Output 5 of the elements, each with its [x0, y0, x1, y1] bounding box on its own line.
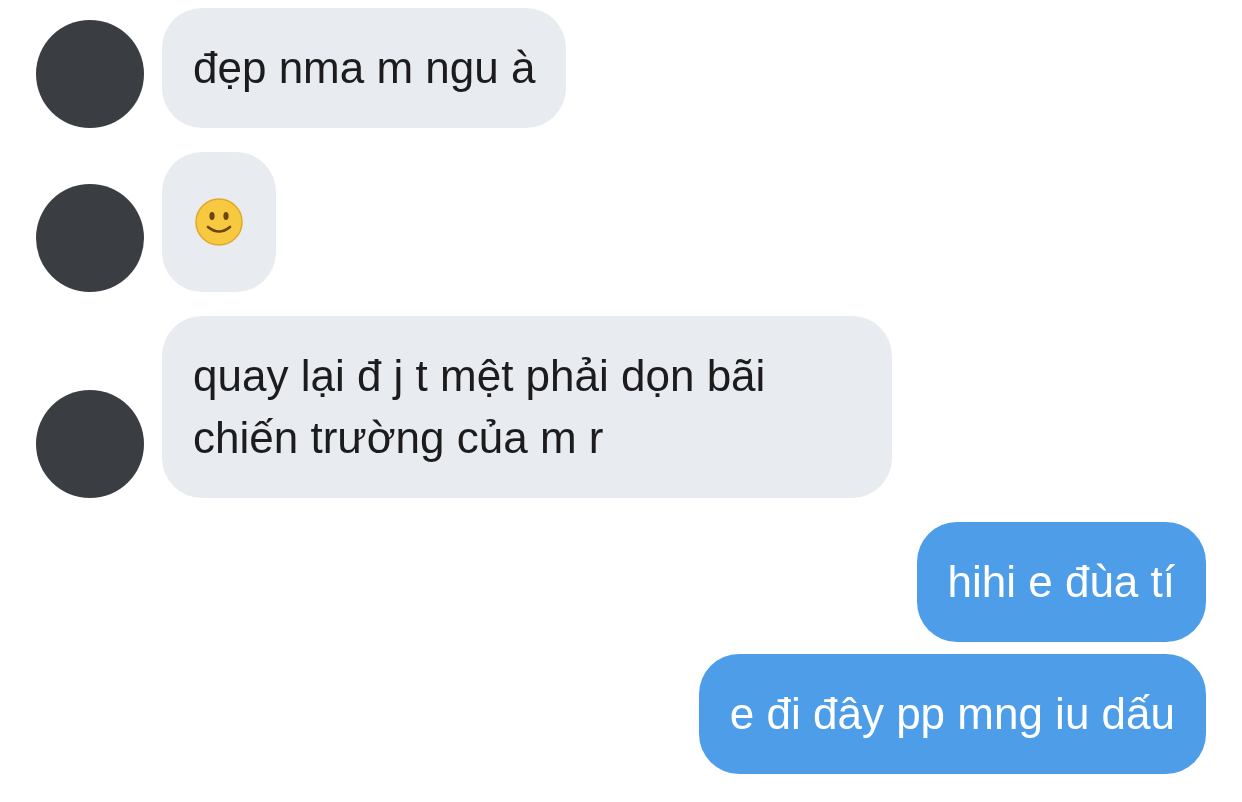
message-bubble: đẹp nma m ngu à	[162, 8, 567, 128]
smiley-emoji-icon	[194, 197, 244, 247]
message-bubble: e đi đây pp mng iu dấu	[698, 654, 1206, 774]
message-bubble: hihi e đùa tí	[916, 522, 1206, 642]
message-bubble: quay lại đ j t mệt phải dọn bãi chiến trường của m r	[162, 316, 892, 498]
